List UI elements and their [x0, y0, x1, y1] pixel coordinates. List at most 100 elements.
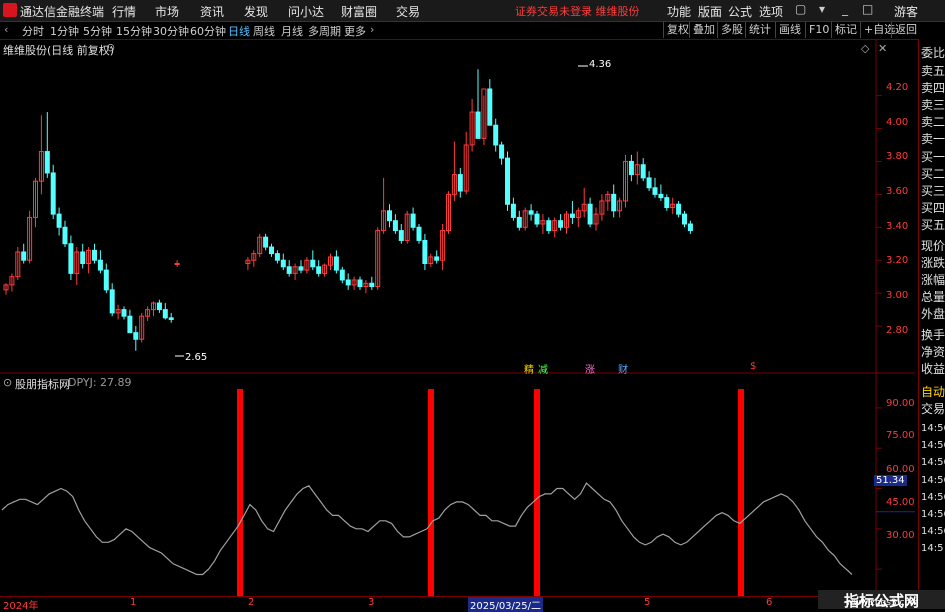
user-label[interactable]: 游客: [894, 3, 918, 20]
btn-adjust[interactable]: 复权: [663, 22, 692, 38]
candle-body: [587, 203, 593, 225]
tab-trade[interactable]: 交易: [921, 401, 945, 417]
period-tab[interactable]: 15分钟: [116, 23, 152, 39]
menu-wealth[interactable]: 财富圈: [341, 3, 377, 20]
quote-label: 收益: [921, 362, 945, 376]
signal-bar: [534, 389, 540, 596]
date-tick: 5: [644, 597, 651, 608]
login-notice[interactable]: 证券交易未登录 维维股份: [515, 3, 640, 19]
trade-time: 14:56: [921, 526, 945, 537]
btn-f10[interactable]: F10: [805, 22, 832, 38]
chart-close-icon[interactable]: ✕: [878, 42, 887, 55]
low-price-label: 2.65: [185, 352, 208, 363]
quote-label: 涨幅: [921, 273, 945, 287]
event-mark[interactable]: 财: [618, 361, 628, 376]
trade-time: 14:56: [921, 440, 945, 451]
event-mark[interactable]: 减: [538, 361, 548, 376]
menu-discover[interactable]: 发现: [244, 3, 268, 20]
btn-overlay[interactable]: 叠加: [689, 22, 718, 38]
period-tab[interactable]: 多周期: [308, 23, 341, 39]
menu-ask[interactable]: 问小达: [288, 3, 324, 20]
menu-markets[interactable]: 市场: [155, 3, 179, 20]
candle-body: [56, 213, 62, 228]
chart-options-icon[interactable]: ◇: [861, 42, 869, 55]
high-price-label: 4.36: [589, 59, 612, 70]
candle-body: [357, 279, 363, 288]
more-icon[interactable]: ▾: [819, 2, 825, 16]
candle-body: [558, 220, 564, 228]
period-tab-more[interactable]: 更多: [344, 23, 366, 39]
candle-body: [569, 213, 575, 218]
quote-label: 总量: [921, 290, 945, 304]
date-tick: 2024年: [3, 601, 39, 612]
period-tab[interactable]: 30分钟: [153, 23, 189, 39]
period-tab[interactable]: 周线: [253, 23, 275, 39]
candle-body: [628, 160, 634, 176]
menu-options[interactable]: 选项: [759, 3, 783, 20]
price-tick: 3.60: [886, 186, 909, 197]
event-mark[interactable]: $: [750, 361, 756, 372]
tab-auto[interactable]: 自动: [921, 384, 945, 400]
menu-layout[interactable]: 版面: [698, 3, 722, 20]
candle-body: [274, 253, 280, 261]
quote-label: 买四: [921, 201, 945, 215]
trade-time: 14:56: [921, 492, 945, 503]
trade-time: 14:5: [921, 543, 944, 554]
candle-body: [298, 266, 304, 271]
price-chart[interactable]: [0, 39, 915, 596]
menu-market[interactable]: 行情: [112, 3, 136, 20]
candle-body: [475, 111, 481, 139]
candle-body: [410, 213, 416, 228]
menu-formula[interactable]: 公式: [728, 3, 752, 20]
quote-label: 委比: [921, 46, 945, 60]
chart-settings-icon[interactable]: ⊙: [106, 41, 115, 54]
trade-time: 14:56: [921, 423, 945, 434]
candle-body: [345, 279, 351, 286]
indicator-settings-icon[interactable]: ⊙: [3, 376, 12, 389]
period-tab[interactable]: 60分钟: [190, 23, 226, 39]
candle-body: [156, 302, 162, 311]
candle-body: [80, 251, 86, 265]
candle-body: [505, 157, 510, 205]
candle-body: [280, 259, 286, 268]
price-tick: 3.80: [886, 151, 909, 162]
date-tick: 6: [766, 597, 773, 608]
period-tab[interactable]: 分时: [22, 23, 44, 39]
quote-label: 净资: [921, 345, 945, 359]
btn-mark[interactable]: 标记: [831, 22, 860, 38]
candle-body: [434, 256, 440, 261]
candle-body: [174, 263, 180, 266]
candle-body: [687, 223, 693, 232]
period-tab[interactable]: 5分钟: [83, 23, 112, 39]
period-tab-active[interactable]: 日线: [228, 23, 250, 39]
maximize-icon[interactable]: □: [862, 2, 873, 16]
event-mark[interactable]: 精: [524, 361, 534, 376]
candle-body: [682, 213, 687, 225]
indicator-tick: 60.00: [886, 464, 915, 475]
current-date-label: 2025/03/25/二: [468, 597, 544, 612]
menu-news[interactable]: 资讯: [200, 3, 224, 20]
btn-back[interactable]: 返回: [891, 22, 920, 38]
candle-body: [44, 151, 50, 174]
menu-function[interactable]: 功能: [667, 3, 691, 20]
candle-body: [416, 226, 422, 241]
trade-time: 14:56: [921, 509, 945, 520]
btn-draw[interactable]: 画线: [775, 22, 804, 38]
event-mark[interactable]: 涨: [585, 361, 595, 376]
min-window-icon[interactable]: ▢: [795, 2, 806, 16]
quote-label: 买五: [921, 218, 945, 232]
btn-multi[interactable]: 多股: [717, 22, 746, 38]
candle-body: [510, 203, 516, 218]
indicator-value: DPYJ: 27.89: [68, 376, 132, 389]
toolbar-arrow-icon[interactable]: ‹: [4, 23, 8, 36]
candle-body: [664, 197, 670, 209]
candle-body: [422, 239, 428, 265]
minimize-icon[interactable]: _: [842, 2, 848, 16]
quote-label: 涨跌: [921, 256, 945, 270]
more-arrow-icon[interactable]: ›: [370, 23, 374, 36]
period-tab[interactable]: 月线: [281, 23, 303, 39]
menu-trade[interactable]: 交易: [396, 3, 420, 20]
period-tab[interactable]: 1分钟: [50, 23, 79, 39]
btn-stats[interactable]: 统计: [745, 22, 774, 38]
candle-body: [92, 249, 97, 261]
